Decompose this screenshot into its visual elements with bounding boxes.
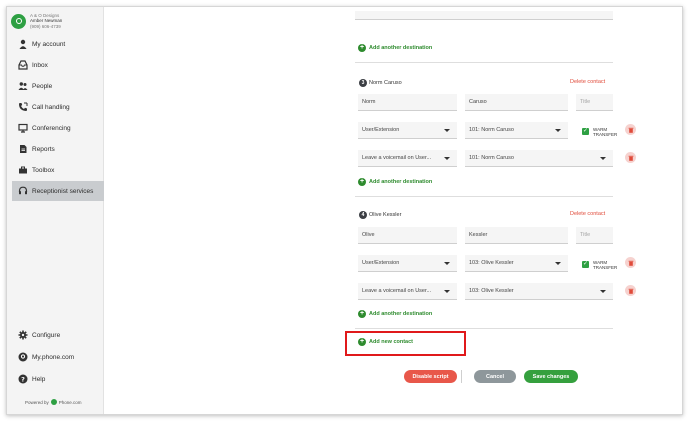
- contact-name: Norm Caruso: [369, 80, 402, 86]
- sidebar-item-help[interactable]: ? Help: [7, 369, 104, 389]
- sidebar-item-receptionist-services[interactable]: Receptionist services: [12, 181, 104, 201]
- add-new-contact-button[interactable]: + Add new contact: [358, 338, 413, 346]
- location-pin-icon: [11, 13, 26, 29]
- contact-number-badge: 4: [359, 211, 367, 219]
- title-input[interactable]: Title: [576, 94, 613, 111]
- help-icon: ?: [18, 374, 28, 384]
- sidebar-item-label: Toolbox: [32, 166, 55, 174]
- location-pin-icon: [18, 352, 28, 362]
- cancel-button[interactable]: Cancel: [474, 370, 516, 383]
- sidebar-item-toolbox[interactable]: Toolbox: [7, 160, 104, 180]
- destination-type-select[interactable]: Leave a voicemail on User...: [358, 283, 457, 300]
- warm-transfer-checkbox[interactable]: ✓: [582, 261, 589, 268]
- add-another-destination[interactable]: + Add another destination: [358, 310, 432, 318]
- sidebar-item-label: Inbox: [32, 61, 48, 69]
- main-content: + Add another destination 3 Norm Caruso …: [104, 7, 682, 414]
- destination-type-select[interactable]: User/Extension: [358, 255, 457, 272]
- plus-circle-icon: +: [358, 338, 366, 346]
- sidebar-item-label: Help: [32, 375, 46, 383]
- warm-transfer-label: WARM TRANSFER: [593, 260, 618, 270]
- account-user: Amber Newman: [30, 18, 63, 24]
- sidebar-item-label: People: [32, 82, 53, 90]
- people-icon: [18, 81, 28, 91]
- first-name-input[interactable]: Norm: [358, 94, 457, 111]
- inbox-icon: [18, 60, 28, 70]
- sidebar-item-inbox[interactable]: Inbox: [7, 55, 104, 75]
- sidebar-item-my-phone-com[interactable]: My.phone.com: [7, 347, 104, 367]
- sidebar-item-call-handling[interactable]: Call handling: [7, 97, 104, 117]
- person-icon: [18, 39, 28, 49]
- delete-contact-link[interactable]: Delete contact: [570, 79, 605, 85]
- trash-icon: [628, 127, 633, 133]
- toolbox-icon: [18, 165, 28, 175]
- headset-icon: [18, 186, 28, 196]
- previous-destination-field[interactable]: [355, 11, 613, 20]
- gear-icon: [18, 330, 28, 340]
- delete-destination-button[interactable]: [625, 152, 636, 163]
- sidebar-item-label: My account: [32, 40, 66, 48]
- trash-icon: [628, 288, 633, 294]
- destination-type-select[interactable]: Leave a voicemail on User...: [358, 150, 457, 167]
- destination-type-select[interactable]: User/Extension: [358, 122, 457, 139]
- sidebar-item-people[interactable]: People: [7, 76, 104, 96]
- delete-contact-link[interactable]: Delete contact: [570, 211, 605, 217]
- first-name-input[interactable]: Olive: [358, 227, 457, 244]
- sidebar-item-label: Configure: [32, 331, 61, 339]
- account-switcher[interactable]: A & O Designs Amber Newman (909) 606-473…: [11, 11, 62, 31]
- sidebar: A & O Designs Amber Newman (909) 606-473…: [7, 7, 104, 414]
- warm-transfer-label: WARM TRANSFER: [593, 127, 618, 137]
- delete-destination-button[interactable]: [625, 257, 636, 268]
- sidebar-item-my-account[interactable]: My account: [7, 34, 104, 54]
- call-handling-icon: [18, 102, 28, 112]
- plus-circle-icon: +: [358, 310, 366, 318]
- destination-target-select[interactable]: 101: Norm Caruso: [465, 122, 568, 139]
- disable-script-button[interactable]: Disable script: [404, 370, 457, 383]
- add-another-destination[interactable]: + Add another destination: [358, 178, 432, 186]
- divider: [355, 196, 613, 197]
- reports-icon: [18, 144, 28, 154]
- sidebar-item-label: Reports: [32, 145, 55, 153]
- last-name-input[interactable]: Caruso: [465, 94, 568, 111]
- contact-name: Olive Kessler: [369, 212, 402, 218]
- title-input[interactable]: Title: [576, 227, 613, 244]
- warm-transfer-checkbox[interactable]: ✓: [582, 128, 589, 135]
- plus-circle-icon: +: [358, 44, 366, 52]
- powered-by: Powered by Phone.com: [25, 399, 82, 405]
- delete-destination-button[interactable]: [625, 285, 636, 296]
- destination-target-select[interactable]: 101: Norm Caruso: [465, 150, 613, 167]
- divider: [355, 62, 613, 63]
- sidebar-item-configure[interactable]: Configure: [7, 325, 104, 345]
- add-another-destination-top[interactable]: + Add another destination: [358, 44, 432, 52]
- save-changes-button[interactable]: Save changes: [524, 370, 578, 383]
- contact-number-badge: 3: [359, 79, 367, 87]
- sidebar-item-conferencing[interactable]: Conferencing: [7, 118, 104, 138]
- sidebar-item-label: Call handling: [32, 103, 70, 111]
- destination-target-select[interactable]: 103: Olive Kessler: [465, 255, 568, 272]
- delete-destination-button[interactable]: [625, 124, 636, 135]
- account-phone: (909) 606-4739: [30, 23, 61, 29]
- trash-icon: [628, 155, 633, 161]
- divider: [461, 370, 462, 383]
- plus-circle-icon: +: [358, 178, 366, 186]
- sidebar-item-label: Conferencing: [32, 124, 71, 132]
- trash-icon: [628, 260, 633, 266]
- monitor-icon: [18, 123, 28, 133]
- app-window: A & O Designs Amber Newman (909) 606-473…: [6, 6, 683, 415]
- destination-target-select[interactable]: 103: Olive Kessler: [465, 283, 613, 300]
- sidebar-item-label: My.phone.com: [32, 353, 75, 361]
- last-name-input[interactable]: Kessler: [465, 227, 568, 244]
- phone-com-logo: [50, 399, 57, 405]
- divider: [355, 328, 613, 329]
- sidebar-item-reports[interactable]: Reports: [7, 139, 104, 159]
- svg-text:?: ?: [21, 375, 25, 383]
- sidebar-item-label: Receptionist services: [32, 187, 94, 195]
